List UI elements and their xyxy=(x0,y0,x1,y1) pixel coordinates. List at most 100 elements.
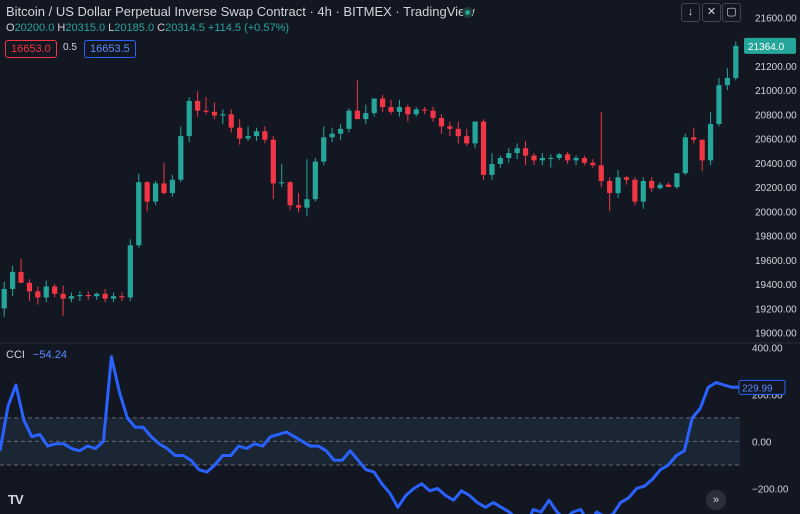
candle[interactable] xyxy=(18,258,24,283)
candle[interactable] xyxy=(186,97,192,143)
candle[interactable] xyxy=(312,157,318,202)
candle[interactable] xyxy=(724,68,730,91)
cci-indicator-label[interactable]: CCI xyxy=(6,349,25,361)
candle[interactable] xyxy=(321,126,327,166)
candle[interactable] xyxy=(85,291,91,300)
arrow-down-icon[interactable]: ↓ xyxy=(681,3,700,22)
candle[interactable] xyxy=(119,292,125,302)
candle[interactable] xyxy=(68,292,75,303)
candle[interactable] xyxy=(657,182,663,190)
candle[interactable] xyxy=(161,162,167,195)
candle[interactable] xyxy=(211,102,218,120)
candle[interactable] xyxy=(665,182,672,188)
candle[interactable] xyxy=(169,174,175,197)
candle[interactable] xyxy=(623,176,630,185)
candle[interactable] xyxy=(363,104,369,124)
candle[interactable] xyxy=(548,154,554,168)
candle[interactable] xyxy=(279,164,285,188)
candle[interactable] xyxy=(287,180,293,211)
candle[interactable] xyxy=(472,121,478,149)
candle[interactable] xyxy=(26,279,33,302)
candle[interactable] xyxy=(60,285,66,316)
candle[interactable] xyxy=(52,284,58,298)
candle[interactable] xyxy=(497,155,503,168)
candle[interactable] xyxy=(94,292,100,300)
candle[interactable] xyxy=(514,143,520,160)
candle[interactable] xyxy=(253,127,260,141)
candle[interactable] xyxy=(127,239,133,302)
candle[interactable] xyxy=(556,153,562,161)
candle[interactable] xyxy=(531,153,537,166)
candle[interactable] xyxy=(304,159,310,217)
candle[interactable] xyxy=(430,107,436,122)
candle[interactable] xyxy=(607,177,613,212)
candle[interactable] xyxy=(447,121,453,137)
candle[interactable] xyxy=(506,148,512,163)
candle[interactable] xyxy=(396,99,403,117)
candle[interactable] xyxy=(203,97,209,115)
candle[interactable] xyxy=(573,155,579,166)
candle[interactable] xyxy=(1,281,7,317)
sell-price-button[interactable]: 16653.0 xyxy=(5,40,57,58)
price-axis[interactable]: 21600.00 21200.00 21000.00 20800.00 20600.00… xyxy=(744,13,797,340)
candle[interactable] xyxy=(707,111,714,166)
cci-axis[interactable]: 400.00200.000.00−200.00229.99 xyxy=(738,343,789,495)
candle[interactable] xyxy=(270,136,276,200)
candle[interactable] xyxy=(565,151,571,165)
candle[interactable] xyxy=(422,107,428,115)
candle[interactable] xyxy=(598,111,604,188)
candle[interactable] xyxy=(691,127,697,144)
buy-price-button[interactable]: 16653.5 xyxy=(84,40,136,58)
candle[interactable] xyxy=(388,99,394,115)
candle[interactable] xyxy=(380,94,386,112)
fullscreen-icon[interactable]: ▢ xyxy=(722,3,741,22)
candle[interactable] xyxy=(522,140,529,166)
candle[interactable] xyxy=(10,265,16,297)
candle[interactable] xyxy=(455,121,461,144)
candle[interactable] xyxy=(733,41,739,81)
candle[interactable] xyxy=(413,107,419,117)
candle[interactable] xyxy=(590,159,596,168)
candle[interactable] xyxy=(438,114,445,134)
candle[interactable] xyxy=(716,77,722,127)
candle[interactable] xyxy=(632,177,638,206)
candle-body xyxy=(565,154,571,161)
candle[interactable] xyxy=(35,286,41,305)
candle[interactable] xyxy=(262,126,268,144)
candle[interactable] xyxy=(245,126,251,141)
candle[interactable] xyxy=(329,127,335,143)
candle[interactable] xyxy=(405,104,411,122)
candle[interactable] xyxy=(464,128,470,146)
candles-layer[interactable] xyxy=(1,41,739,317)
candle[interactable] xyxy=(102,288,108,303)
candle[interactable] xyxy=(699,139,705,172)
candle[interactable] xyxy=(178,126,184,183)
candle[interactable] xyxy=(480,119,487,180)
candle[interactable] xyxy=(640,177,646,209)
candle[interactable] xyxy=(110,292,117,303)
candle[interactable] xyxy=(354,80,360,120)
candle[interactable] xyxy=(539,153,545,166)
candle[interactable] xyxy=(144,180,150,212)
candle[interactable] xyxy=(152,180,159,206)
candle[interactable] xyxy=(43,280,49,303)
candle[interactable] xyxy=(682,133,688,175)
candle[interactable] xyxy=(581,155,588,166)
collapse-icon[interactable]: ✕ xyxy=(702,3,721,22)
candle[interactable] xyxy=(489,153,495,180)
tradingview-logo[interactable]: TV xyxy=(8,492,24,507)
candle[interactable] xyxy=(295,193,302,213)
candle[interactable] xyxy=(237,119,243,145)
candle[interactable] xyxy=(371,98,377,117)
candle[interactable] xyxy=(649,177,655,192)
candle[interactable] xyxy=(674,173,680,189)
candle[interactable] xyxy=(337,123,344,140)
double-chevron-right-icon[interactable]: » xyxy=(706,490,726,510)
candle[interactable] xyxy=(228,109,234,133)
candle[interactable] xyxy=(77,291,83,302)
candle[interactable] xyxy=(220,109,226,124)
candle[interactable] xyxy=(346,108,352,133)
candle[interactable] xyxy=(195,91,201,117)
candle[interactable] xyxy=(136,173,142,248)
candle[interactable] xyxy=(615,170,621,198)
